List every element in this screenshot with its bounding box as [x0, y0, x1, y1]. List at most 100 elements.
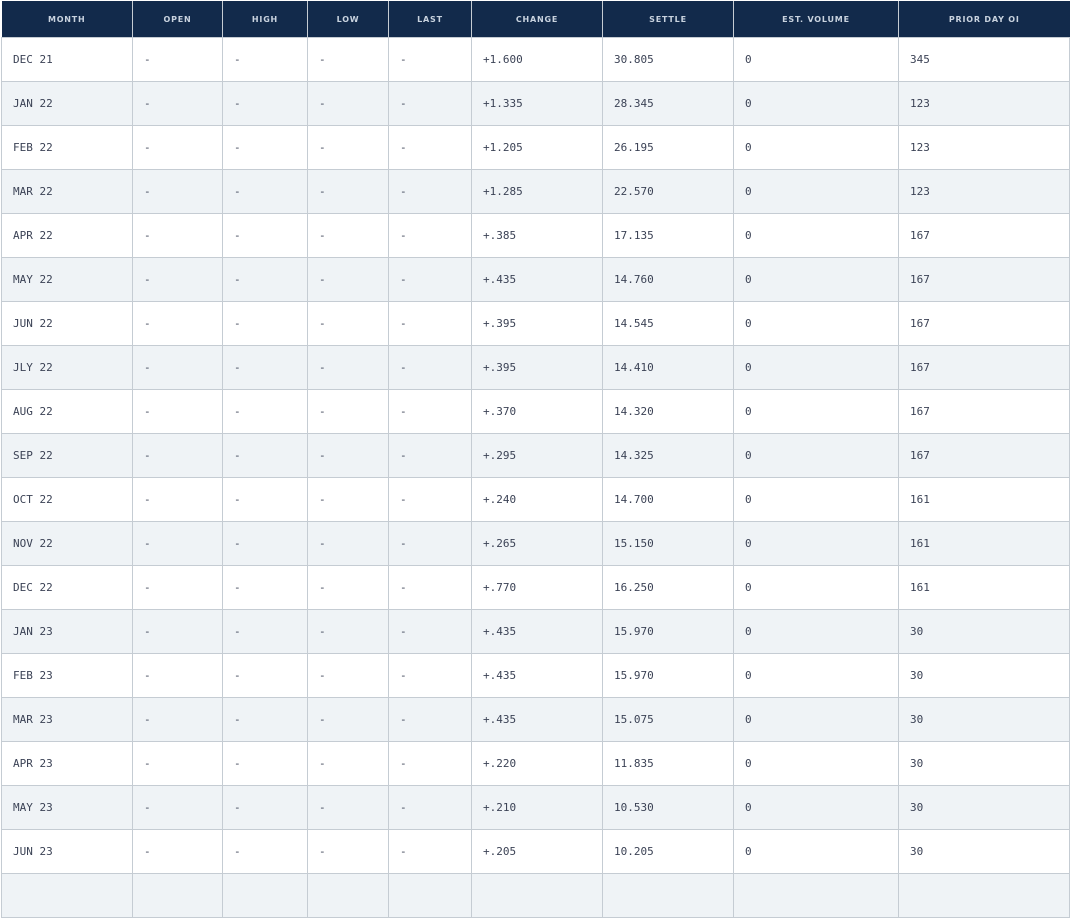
- cell-prior-day-oi: 161: [898, 565, 1070, 610]
- cell-est-volume: 0: [733, 125, 899, 170]
- cell-prior-day-oi: 167: [898, 301, 1070, 346]
- cell-last: -: [388, 81, 472, 126]
- cell-last: -: [388, 213, 472, 258]
- cell-prior-day-oi: 161: [898, 477, 1070, 522]
- column-header-open[interactable]: OPEN: [132, 1, 223, 38]
- cell-change: +.220: [471, 741, 603, 786]
- table-row: JAN 22- - - - +1.335 28.345 0 123: [1, 81, 1070, 126]
- cell-open: -: [132, 433, 223, 478]
- cell-est-volume: 0: [733, 609, 899, 654]
- cell-prior-day-oi: 167: [898, 257, 1070, 302]
- cell-settle: 14.325: [602, 433, 734, 478]
- cell-change: +.395: [471, 345, 603, 390]
- cell-month: DEC 21: [1, 37, 133, 82]
- table-row: APR 22- - - - +.385 17.135 0 167: [1, 213, 1070, 258]
- cell-change: +.370: [471, 389, 603, 434]
- cell-prior-day-oi: 30: [898, 829, 1070, 874]
- cell-prior-day-oi: 30: [898, 609, 1070, 654]
- cell-prior-day-oi: 167: [898, 433, 1070, 478]
- cell-open: -: [132, 257, 223, 302]
- table-row: JAN 23- - - - +.435 15.970 0 30: [1, 609, 1070, 654]
- cell-month: FEB 23: [1, 653, 133, 698]
- column-header-high[interactable]: HIGH: [222, 1, 308, 38]
- cell-low: -: [307, 213, 389, 258]
- cell-open: -: [132, 345, 223, 390]
- cell-low: -: [307, 697, 389, 742]
- cell-month: JLY 22: [1, 345, 133, 390]
- cell-empty: [222, 873, 308, 918]
- cell-low: -: [307, 433, 389, 478]
- cell-open: -: [132, 653, 223, 698]
- cell-open: -: [132, 477, 223, 522]
- cell-settle: 15.970: [602, 653, 734, 698]
- cell-last: -: [388, 565, 472, 610]
- cell-high: -: [222, 741, 308, 786]
- cell-month: APR 23: [1, 741, 133, 786]
- column-header-settle[interactable]: SETTLE: [602, 1, 734, 38]
- cell-last: -: [388, 609, 472, 654]
- table-row: DEC 22- - - - +.770 16.250 0 161: [1, 565, 1070, 610]
- cell-low: -: [307, 609, 389, 654]
- column-header-low[interactable]: LOW: [307, 1, 389, 38]
- cell-open: -: [132, 829, 223, 874]
- cell-prior-day-oi: 167: [898, 345, 1070, 390]
- cell-settle: 10.530: [602, 785, 734, 830]
- cell-low: -: [307, 829, 389, 874]
- cell-low: -: [307, 389, 389, 434]
- cell-month: NOV 22: [1, 521, 133, 566]
- table-row: JUN 23- - - - +.205 10.205 0 30: [1, 829, 1070, 874]
- column-header-last[interactable]: LAST: [388, 1, 472, 38]
- cell-est-volume: 0: [733, 301, 899, 346]
- table-row: MAY 23- - - - +.210 10.530 0 30: [1, 785, 1070, 830]
- cell-last: -: [388, 785, 472, 830]
- table-row: JUN 22- - - - +.395 14.545 0 167: [1, 301, 1070, 346]
- cell-settle: 15.970: [602, 609, 734, 654]
- cell-low: -: [307, 125, 389, 170]
- cell-high: -: [222, 169, 308, 214]
- column-header-change[interactable]: CHANGE: [471, 1, 603, 38]
- cell-settle: 28.345: [602, 81, 734, 126]
- cell-open: -: [132, 565, 223, 610]
- cell-open: -: [132, 609, 223, 654]
- cell-settle: 22.570: [602, 169, 734, 214]
- cell-change: +.435: [471, 697, 603, 742]
- cell-change: +.435: [471, 653, 603, 698]
- column-header-prior-day-oi[interactable]: PRIOR DAY OI: [898, 1, 1070, 38]
- cell-high: -: [222, 697, 308, 742]
- cell-change: +1.335: [471, 81, 603, 126]
- cell-change: +.205: [471, 829, 603, 874]
- cell-settle: 30.805: [602, 37, 734, 82]
- cell-change: +1.205: [471, 125, 603, 170]
- cell-high: -: [222, 125, 308, 170]
- cell-settle: 15.075: [602, 697, 734, 742]
- cell-est-volume: 0: [733, 81, 899, 126]
- cell-est-volume: 0: [733, 345, 899, 390]
- cell-open: -: [132, 125, 223, 170]
- cell-month: FEB 22: [1, 125, 133, 170]
- cell-last: -: [388, 257, 472, 302]
- cell-low: -: [307, 301, 389, 346]
- cell-month: MAR 22: [1, 169, 133, 214]
- cell-est-volume: 0: [733, 433, 899, 478]
- cell-open: -: [132, 785, 223, 830]
- table-row: MAR 23- - - - +.435 15.075 0 30: [1, 697, 1070, 742]
- cell-change: +1.285: [471, 169, 603, 214]
- cell-est-volume: 0: [733, 697, 899, 742]
- table-row: MAR 22- - - - +1.285 22.570 0 123: [1, 169, 1070, 214]
- cell-empty: [898, 873, 1070, 918]
- cell-change: +.385: [471, 213, 603, 258]
- column-header-month[interactable]: MONTH: [1, 1, 133, 38]
- cell-est-volume: 0: [733, 389, 899, 434]
- cell-est-volume: 0: [733, 477, 899, 522]
- cell-change: +.295: [471, 433, 603, 478]
- cell-month: JAN 22: [1, 81, 133, 126]
- cell-high: -: [222, 389, 308, 434]
- cell-settle: 10.205: [602, 829, 734, 874]
- cell-low: -: [307, 565, 389, 610]
- table-row: JLY 22- - - - +.395 14.410 0 167: [1, 345, 1070, 390]
- cell-prior-day-oi: 167: [898, 389, 1070, 434]
- cell-est-volume: 0: [733, 785, 899, 830]
- cell-empty: [132, 873, 223, 918]
- cell-prior-day-oi: 30: [898, 653, 1070, 698]
- column-header-est-volume[interactable]: EST. VOLUME: [733, 1, 899, 38]
